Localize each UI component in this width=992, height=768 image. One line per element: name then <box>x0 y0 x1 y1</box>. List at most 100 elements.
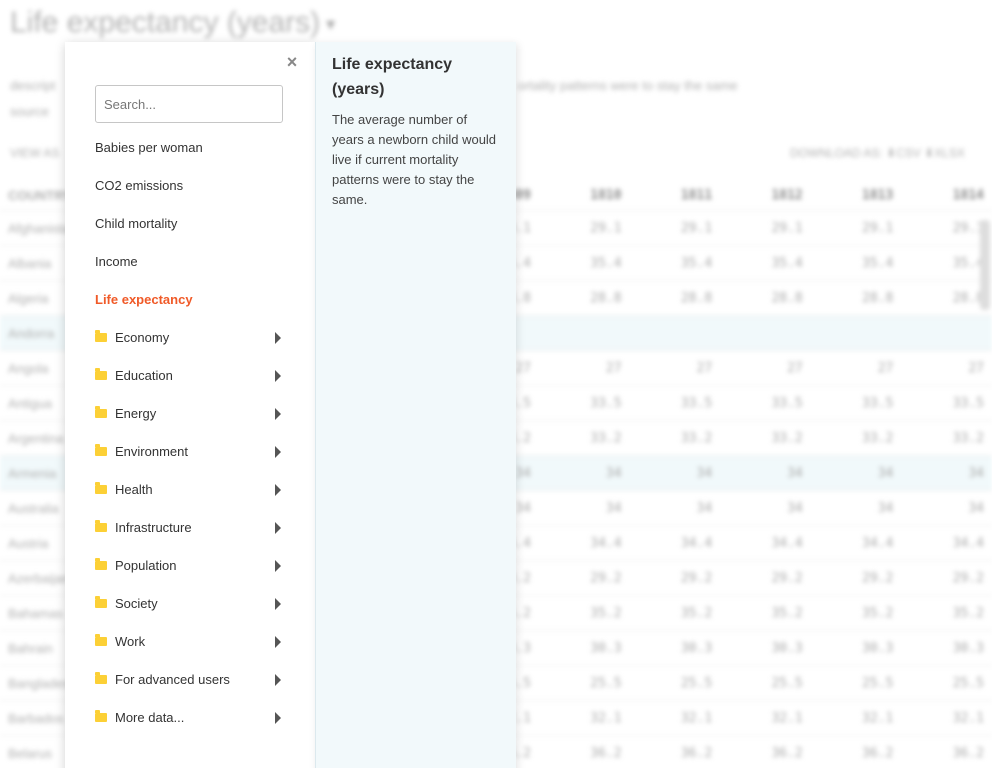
folder-icon <box>95 710 107 723</box>
value-cell: 27 <box>538 350 630 386</box>
menu-folder-work[interactable]: Work <box>95 631 285 653</box>
menu-item-label: Child mortality <box>95 216 178 231</box>
value-cell: 33.2 <box>629 420 721 456</box>
folder-icon <box>95 330 107 343</box>
menu-folder-population[interactable]: Population <box>95 555 285 577</box>
value-cell: 34 <box>629 455 721 491</box>
value-cell: 35.4 <box>720 245 811 281</box>
value-cell: 33.5 <box>538 385 630 421</box>
indicator-menu: × Babies per woman CO2 emissions Child mor… <box>65 42 315 768</box>
value-cell: 28.8 <box>901 280 992 316</box>
menu-folder-economy[interactable]: Economy <box>95 327 285 349</box>
menu-folder-education[interactable]: Education <box>95 365 285 387</box>
table-scrollbar[interactable] <box>980 220 990 310</box>
year-column-header[interactable]: 1814 <box>901 180 992 211</box>
year-column-header[interactable]: 1811 <box>630 180 721 211</box>
value-cell: 28.8 <box>720 280 811 316</box>
year-column-header[interactable]: 1812 <box>720 180 811 211</box>
menu-item-label: Income <box>95 254 138 269</box>
chevron-right-icon <box>275 484 281 496</box>
value-cell: 33.5 <box>810 385 902 421</box>
menu-folder-label: For advanced users <box>115 672 230 687</box>
download-as-links[interactable]: DOWNLOAD AS: ⬇CSV ⬇XLSX <box>790 146 965 160</box>
value-cell: 36.2 <box>810 735 902 768</box>
value-cell: 25.5 <box>810 665 902 701</box>
menu-item-co2-emissions[interactable]: CO2 emissions <box>95 175 285 197</box>
menu-item-life-expectancy[interactable]: Life expectancy <box>95 289 285 311</box>
value-cell: 27 <box>720 350 811 386</box>
value-cell: 32.1 <box>629 700 721 736</box>
value-cell: 34.4 <box>538 525 630 561</box>
value-cell: 25.5 <box>901 665 992 701</box>
year-column-header[interactable]: 1813 <box>811 180 902 211</box>
value-cell <box>901 315 992 351</box>
value-cell: 25.5 <box>720 665 811 701</box>
value-cell: 27 <box>901 350 992 386</box>
value-cell: 35.2 <box>538 595 630 631</box>
value-cell: 30.3 <box>538 630 630 666</box>
menu-item-babies-per-woman[interactable]: Babies per woman <box>95 137 285 159</box>
value-cell: 34 <box>538 490 630 526</box>
menu-folder-label: Energy <box>115 406 157 421</box>
chevron-right-icon <box>275 598 281 610</box>
value-cell: 36.2 <box>901 735 992 768</box>
value-cell <box>720 315 811 351</box>
indicator-title[interactable]: Life expectancy (years) ▾ <box>10 6 335 40</box>
app-window: Life expectancy (years) ▾ descript ortali… <box>0 0 992 768</box>
search-input[interactable] <box>95 85 283 123</box>
value-cell: 32.1 <box>810 700 902 736</box>
menu-folder-energy[interactable]: Energy <box>95 403 285 425</box>
value-cell: 29.2 <box>629 560 721 596</box>
menu-folder-for-advanced-users[interactable]: For advanced users <box>95 669 285 691</box>
value-cell: 34 <box>720 490 811 526</box>
chevron-right-icon <box>275 712 281 724</box>
value-cell: 29.1 <box>720 210 811 246</box>
value-cell: 28.8 <box>538 280 630 316</box>
value-cell: 35.2 <box>629 595 721 631</box>
menu-folder-health[interactable]: Health <box>95 479 285 501</box>
value-cell: 29.2 <box>720 560 811 596</box>
menu-folder-label: Population <box>115 558 177 573</box>
folder-icon <box>95 520 107 533</box>
value-cell: 34.4 <box>901 525 992 561</box>
menu-folder-society[interactable]: Society <box>95 593 285 615</box>
indicator-title-text: Life expectancy (years) <box>10 6 321 39</box>
menu-folder-environment[interactable]: Environment <box>95 441 285 463</box>
value-cell: 25.5 <box>629 665 721 701</box>
info-description: The average number of years a newborn ch… <box>332 112 497 207</box>
menu-folder-label: Infrastructure <box>115 520 192 535</box>
value-cell: 25.5 <box>538 665 630 701</box>
value-cell: 29.1 <box>901 210 992 246</box>
folder-icon <box>95 482 107 495</box>
value-cell: 32.1 <box>538 700 630 736</box>
value-cell: 34 <box>810 490 902 526</box>
menu-folder-label: Society <box>115 596 158 611</box>
description-text: ortality patterns were to stay the same <box>518 78 738 93</box>
menu-item-child-mortality[interactable]: Child mortality <box>95 213 285 235</box>
view-as-label[interactable]: VIEW AS <box>10 146 59 160</box>
menu-folder-label: Economy <box>115 330 170 345</box>
close-icon[interactable]: × <box>285 53 299 71</box>
menu-item-income[interactable]: Income <box>95 251 285 273</box>
value-cell <box>629 315 721 351</box>
folder-icon <box>95 558 107 571</box>
caret-down-icon: ▾ <box>326 13 336 34</box>
value-cell: 29.1 <box>810 210 902 246</box>
value-cell: 33.2 <box>901 420 992 456</box>
value-cell: 34 <box>901 490 992 526</box>
folder-icon <box>95 672 107 685</box>
value-cell: 35.2 <box>901 595 992 631</box>
value-cell: 28.8 <box>810 280 902 316</box>
menu-folder-label: Work <box>115 634 146 649</box>
value-cell: 33.5 <box>720 385 811 421</box>
value-cell: 29.1 <box>538 210 630 246</box>
menu-folder-infrastructure[interactable]: Infrastructure <box>95 517 285 539</box>
value-cell: 34.4 <box>629 525 721 561</box>
value-cell: 34 <box>810 455 902 491</box>
folder-icon <box>95 444 107 457</box>
menu-folder-more-data[interactable]: More data... <box>95 707 285 729</box>
year-column-header[interactable]: 1810 <box>539 180 630 211</box>
value-cell: 35.2 <box>810 595 902 631</box>
value-cell: 33.5 <box>901 385 992 421</box>
value-cell: 35.4 <box>901 245 992 281</box>
